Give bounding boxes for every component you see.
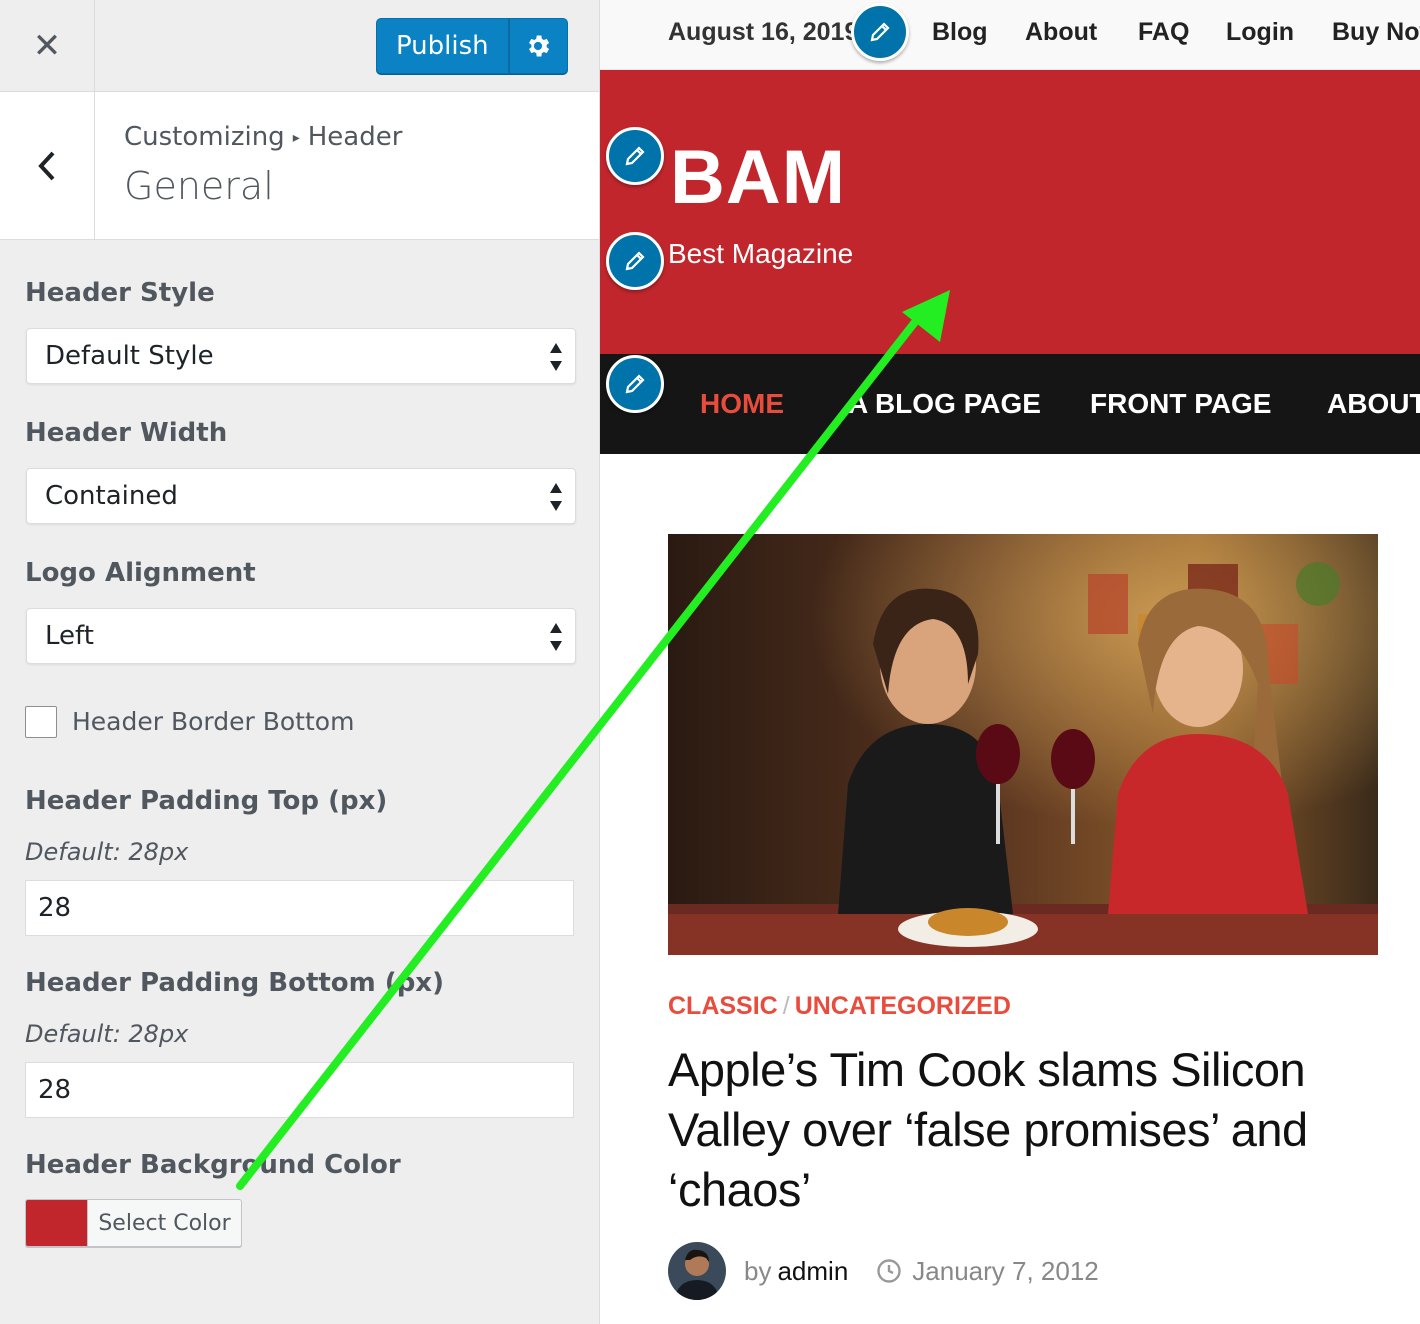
post-categories: CLASSIC / UNCATEGORIZED	[668, 992, 1011, 1021]
pencil-icon	[625, 251, 645, 271]
select-color-label[interactable]: Select Color	[88, 1200, 241, 1246]
edit-shortcut-tagline[interactable]	[606, 232, 664, 290]
select-arrows-icon	[550, 343, 562, 371]
close-customizer-button[interactable]: ✕	[0, 0, 95, 91]
gear-icon	[529, 35, 550, 57]
header-width-label: Header Width	[25, 418, 228, 448]
breadcrumb-section: Header	[307, 122, 403, 152]
padding-bottom-input[interactable]: 28	[25, 1062, 574, 1118]
top-link-buy-now[interactable]: Buy Now	[1332, 18, 1420, 47]
publish-button-group: Publish	[376, 18, 568, 74]
pencil-icon	[625, 146, 645, 166]
main-navigation: HOME A BLOG PAGE FRONT PAGE ABOUT	[600, 354, 1420, 454]
breadcrumb-separator: ▸	[292, 130, 300, 146]
site-title[interactable]: BAM	[670, 134, 846, 221]
header-border-bottom-label[interactable]: Header Border Bottom	[72, 707, 354, 736]
publish-settings-button[interactable]	[507, 19, 567, 73]
padding-bottom-description: Default: 28px	[25, 1020, 189, 1048]
top-bar: August 16, 2019 Blog About FAQ Login Buy…	[600, 0, 1420, 70]
edit-shortcut-site-title[interactable]	[606, 127, 664, 185]
nav-item-home[interactable]: HOME	[700, 388, 784, 420]
meta-by-label: by	[744, 1255, 772, 1286]
author-link[interactable]: admin	[777, 1256, 848, 1287]
logo-alignment-label: Logo Alignment	[25, 558, 256, 588]
logo-alignment-value: Left	[45, 621, 94, 651]
edit-shortcut-top-menu[interactable]	[851, 3, 909, 61]
select-arrows-icon	[550, 623, 562, 651]
top-link-faq[interactable]: FAQ	[1138, 18, 1189, 47]
avatar[interactable]	[668, 1242, 726, 1300]
padding-top-label: Header Padding Top (px)	[25, 786, 388, 816]
background-color-label: Header Background Color	[25, 1150, 401, 1180]
nav-item-front-page[interactable]: FRONT PAGE	[1090, 388, 1271, 420]
nav-item-about[interactable]: ABOUT	[1327, 388, 1420, 420]
publish-button[interactable]: Publish	[377, 19, 508, 73]
top-link-about[interactable]: About	[1025, 18, 1097, 47]
top-link-blog[interactable]: Blog	[932, 18, 988, 47]
header-style-label: Header Style	[25, 278, 215, 308]
chevron-left-icon	[38, 151, 55, 180]
category-link-classic[interactable]: CLASSIC	[668, 992, 778, 1020]
customizer-top-bar: ✕ Publish	[0, 0, 599, 92]
category-link-uncategorized[interactable]: UNCATEGORIZED	[795, 992, 1011, 1020]
header-width-select[interactable]: Contained	[26, 468, 576, 524]
customizer-panel: ✕ Publish Customizing ▸ Header General Hea…	[0, 0, 600, 1324]
padding-top-input[interactable]: 28	[25, 880, 574, 936]
top-link-login[interactable]: Login	[1226, 18, 1294, 47]
site-header: BAM Best Magazine	[600, 70, 1420, 354]
padding-top-description: Default: 28px	[25, 838, 189, 866]
clock-icon	[877, 1259, 901, 1283]
section-title: General	[124, 164, 274, 208]
section-header: Customizing ▸ Header General	[0, 92, 599, 240]
header-border-bottom-checkbox[interactable]	[25, 706, 57, 738]
author-photo	[668, 1242, 726, 1300]
post-title[interactable]: Apple’s Tim Cook slams Silicon Valley ov…	[668, 1040, 1368, 1220]
breadcrumb-root: Customizing	[124, 122, 285, 152]
header-style-select[interactable]: Default Style	[26, 328, 576, 384]
post-date[interactable]: January 7, 2012	[912, 1256, 1098, 1287]
top-bar-date: August 16, 2019	[668, 18, 859, 46]
select-arrows-icon	[550, 483, 562, 511]
header-width-value: Contained	[45, 481, 178, 511]
pencil-icon	[625, 374, 645, 394]
color-picker-button[interactable]: Select Color	[25, 1199, 242, 1247]
edit-shortcut-main-menu[interactable]	[606, 355, 664, 413]
breadcrumb: Customizing ▸ Header	[124, 122, 402, 152]
site-tagline: Best Magazine	[668, 238, 854, 269]
color-swatch[interactable]	[26, 1200, 88, 1246]
pencil-icon	[870, 22, 890, 42]
post-featured-image[interactable]	[668, 534, 1378, 955]
padding-bottom-label: Header Padding Bottom (px)	[25, 968, 444, 998]
site-preview: August 16, 2019 Blog About FAQ Login Buy…	[600, 0, 1420, 1324]
category-separator: /	[782, 992, 790, 1020]
logo-alignment-select[interactable]: Left	[26, 608, 576, 664]
close-icon: ✕	[32, 25, 62, 66]
header-style-value: Default Style	[45, 341, 214, 371]
nav-item-blog-page[interactable]: A BLOG PAGE	[848, 388, 1041, 420]
back-button[interactable]	[0, 92, 95, 239]
post-meta: by admin January 7, 2012	[668, 1242, 1099, 1300]
